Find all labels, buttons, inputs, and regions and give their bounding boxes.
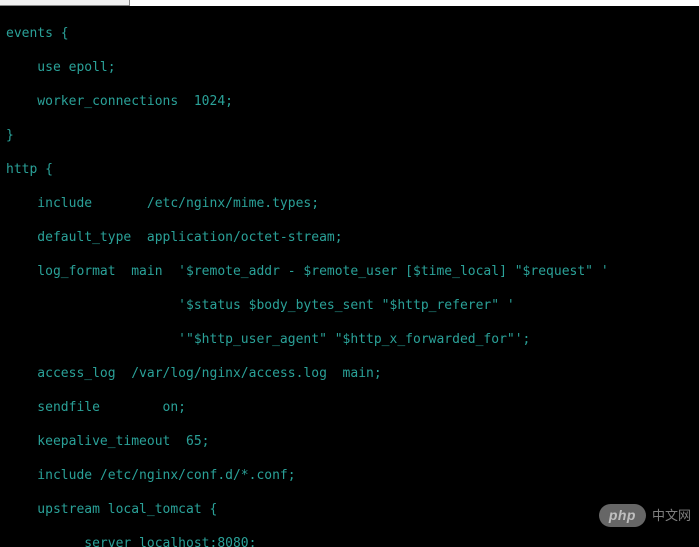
code-line: '"$http_user_agent" "$http_x_forwarded_f… [6,331,693,348]
code-line: sendfile on; [6,399,693,416]
code-line: use epoll; [6,59,693,76]
code-line: http { [6,161,693,178]
code-line: keepalive_timeout 65; [6,433,693,450]
code-line: upstream local_tomcat { [6,501,693,518]
code-line: default_type application/octet-stream; [6,229,693,246]
watermark-brand: php [599,504,646,527]
code-line: include /etc/nginx/conf.d/*.conf; [6,467,693,484]
code-line: access_log /var/log/nginx/access.log mai… [6,365,693,382]
code-line: worker_connections 1024; [6,93,693,110]
code-line: include /etc/nginx/mime.types; [6,195,693,212]
watermark: php 中文网 [599,504,691,527]
code-line: } [6,127,693,144]
code-line: '$status $body_bytes_sent "$http_referer… [6,297,693,314]
code-line: server localhost:8080; [6,535,693,547]
code-line: events { [6,25,693,42]
terminal-editor[interactable]: events { use epoll; worker_connections 1… [0,6,699,547]
code-line: log_format main '$remote_addr - $remote_… [6,263,693,280]
watermark-text: 中文网 [652,507,691,524]
